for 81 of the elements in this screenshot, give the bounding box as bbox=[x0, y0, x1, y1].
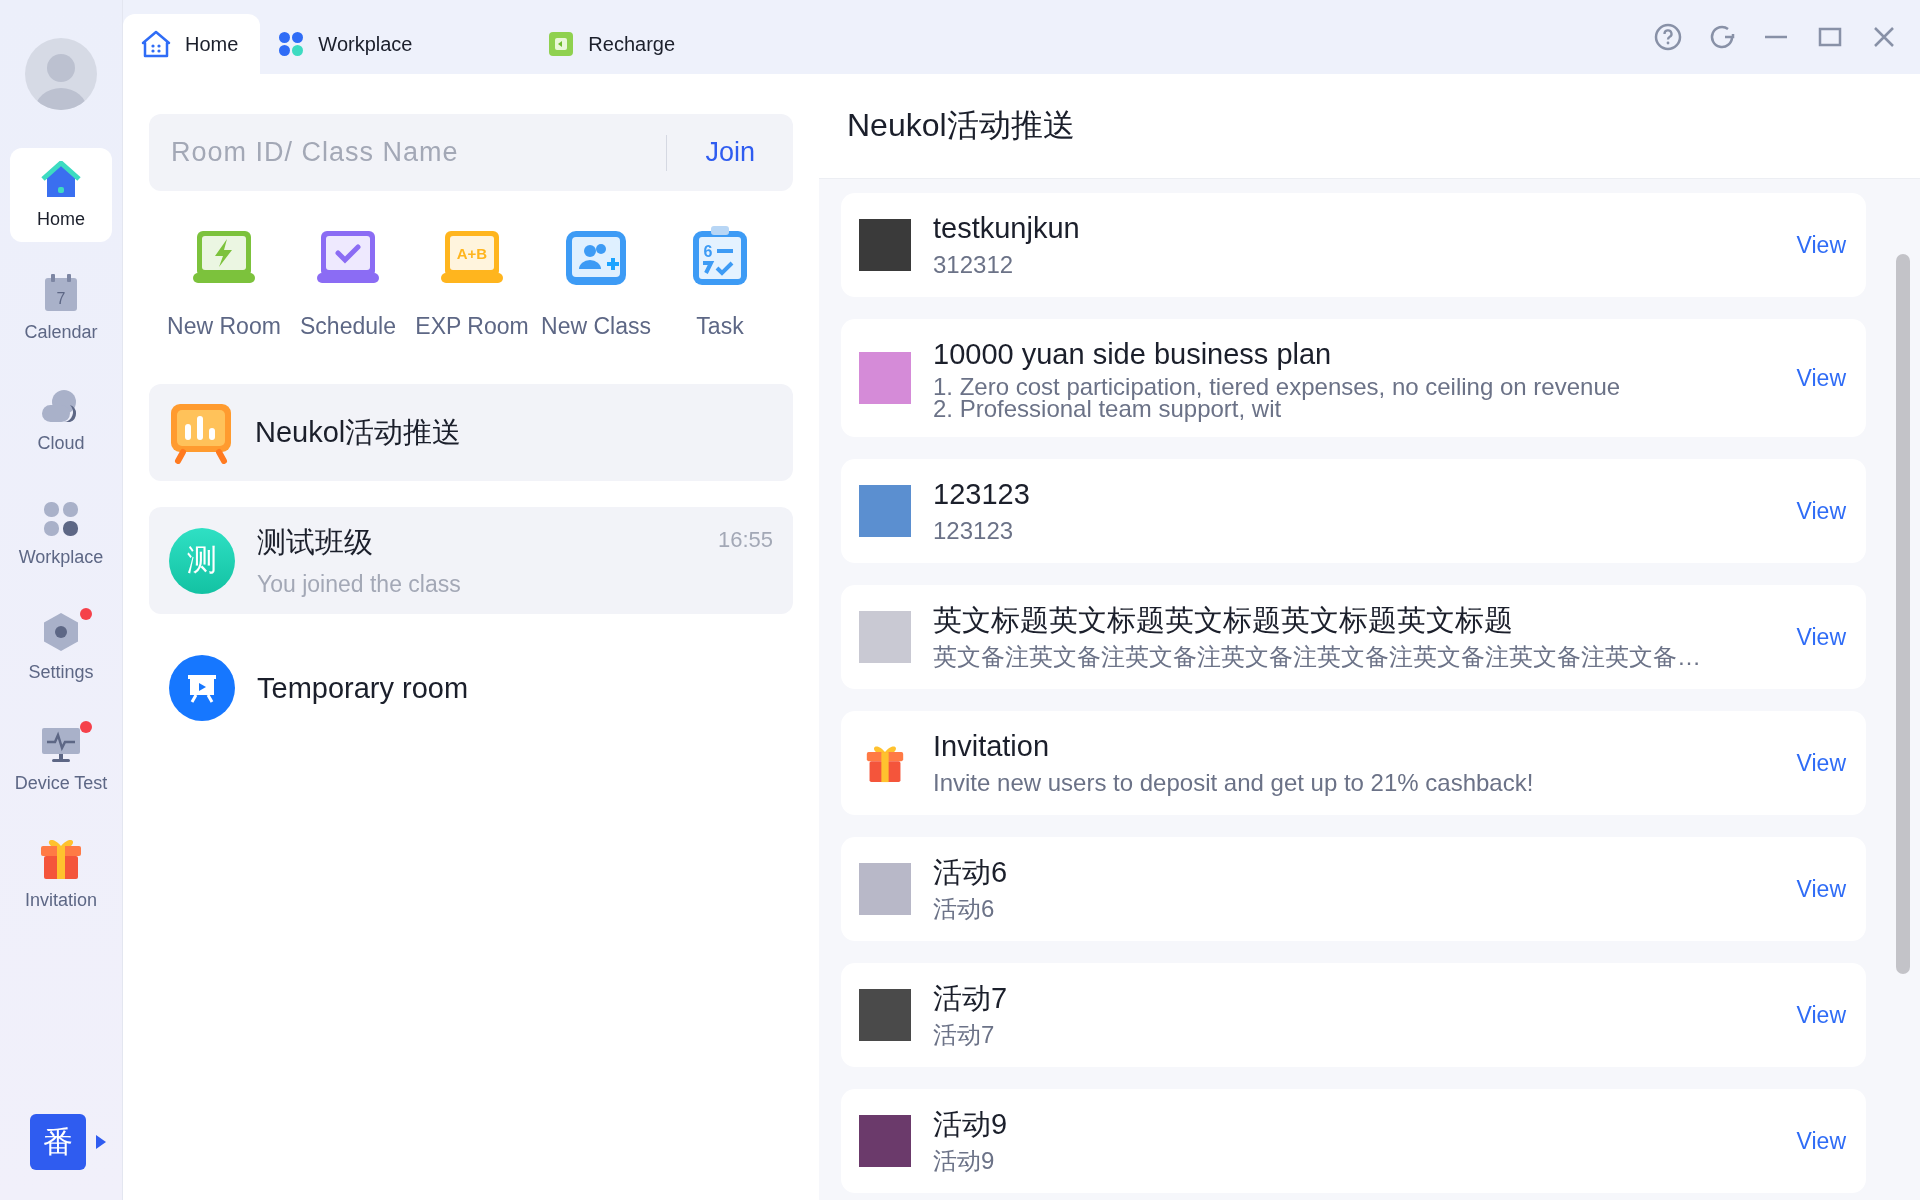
tab[interactable]: Recharge bbox=[530, 14, 698, 74]
conversation-preview: You joined the class bbox=[257, 571, 462, 598]
activity-title: testkunjkun bbox=[933, 211, 1081, 246]
view-link[interactable]: View bbox=[1796, 875, 1846, 903]
activity-title: 活动6 bbox=[933, 855, 1009, 890]
chart-board-icon bbox=[169, 401, 233, 464]
conversation-item[interactable]: Temporary room bbox=[149, 648, 793, 728]
activity-description: 活动9 bbox=[933, 1146, 996, 1176]
activity-title: Invitation bbox=[933, 729, 1051, 764]
presentation-icon bbox=[169, 655, 235, 721]
activity-description: 1. Zero cost participation, tiered expenses, no ceiling on revenue 2. Professional team support, wit bbox=[933, 376, 1622, 420]
photo-placeholder bbox=[859, 611, 911, 663]
conversation-title: 测试班级 bbox=[257, 525, 374, 560]
view-link[interactable]: View bbox=[1796, 1127, 1846, 1155]
tool-button[interactable]: 6 Task bbox=[661, 223, 779, 340]
app-switch-button[interactable]: 番 bbox=[30, 1114, 86, 1170]
activity-card[interactable]: 英文标题英文标题英文标题英文标题英文标题 英文备注英文备注英文备注英文备注英文备注英文备注英文备注英文备… View bbox=[841, 585, 1866, 689]
house-icon bbox=[141, 30, 171, 58]
photo-placeholder bbox=[859, 352, 911, 404]
class-avatar: 测 bbox=[169, 527, 235, 594]
join-field[interactable]: Room ID/ Class Name Join bbox=[149, 114, 793, 191]
conversation-title: Temporary room bbox=[257, 671, 470, 705]
conversation-item[interactable]: 测 测试班级 You joined the class 16:55 bbox=[149, 507, 793, 614]
photo-placeholder bbox=[859, 1115, 911, 1167]
activity-title: 活动7 bbox=[933, 981, 1009, 1016]
sidebar-item[interactable]: Cloud bbox=[10, 374, 112, 468]
sidebar-item[interactable]: Home bbox=[10, 148, 112, 242]
panel-title: Neukol活动推送 bbox=[819, 74, 1920, 179]
sidebar-item[interactable]: Device Test bbox=[10, 713, 112, 807]
settings-icon bbox=[43, 611, 79, 652]
photo-placeholder bbox=[859, 485, 911, 537]
tool-button[interactable]: New Room bbox=[165, 223, 283, 340]
sidebar-item[interactable]: Settings bbox=[10, 600, 112, 694]
tool-button[interactable]: Schedule bbox=[289, 223, 407, 340]
activity-description: 英文备注英文备注英文备注英文备注英文备注英文备注英文备注英文备… bbox=[933, 642, 1702, 672]
activity-title: 10000 yuan side business plan bbox=[933, 337, 1333, 372]
conversation-title: Neukol活动推送 bbox=[255, 414, 463, 450]
sidebar-item[interactable]: Invitation bbox=[10, 826, 112, 920]
photo-placeholder bbox=[859, 989, 911, 1041]
help-icon[interactable] bbox=[1654, 23, 1682, 51]
join-button[interactable]: Join bbox=[667, 137, 793, 168]
view-link[interactable]: View bbox=[1796, 231, 1846, 259]
view-link[interactable]: View bbox=[1796, 497, 1846, 525]
grid-icon bbox=[43, 500, 79, 537]
sidebar-item[interactable]: 7 Calendar bbox=[10, 261, 112, 355]
photo-placeholder bbox=[859, 219, 911, 271]
view-link[interactable]: View bbox=[1796, 623, 1846, 651]
activity-title: 英文标题英文标题英文标题英文标题英文标题 bbox=[933, 603, 1514, 638]
activity-description: 312312 bbox=[933, 250, 1015, 280]
tool-button[interactable]: New Class bbox=[537, 223, 655, 340]
activity-card[interactable]: 活动6 活动6 View bbox=[841, 837, 1866, 941]
activity-card[interactable]: 123123 123123 View bbox=[841, 459, 1866, 563]
tool-button[interactable]: A+B EXP Room bbox=[413, 223, 531, 340]
view-link[interactable]: View bbox=[1796, 1001, 1846, 1029]
scrollbar[interactable] bbox=[1896, 254, 1910, 974]
view-link[interactable]: View bbox=[1796, 749, 1846, 777]
house-icon bbox=[41, 160, 81, 199]
refresh-icon[interactable] bbox=[1708, 23, 1736, 51]
add-people-icon bbox=[565, 229, 627, 287]
activity-card[interactable]: testkunjkun 312312 View bbox=[841, 193, 1866, 297]
activity-description: Invite new users to deposit and get up to 21% cashback! bbox=[933, 768, 1535, 798]
photo-placeholder bbox=[859, 863, 911, 915]
grid-icon bbox=[278, 31, 305, 57]
activity-description: 活动7 bbox=[933, 1020, 996, 1050]
conversation-time: 16:55 bbox=[717, 527, 773, 553]
activity-card[interactable]: 活动9 活动9 View bbox=[841, 1089, 1866, 1193]
triangle-icon[interactable] bbox=[96, 1135, 106, 1149]
tab[interactable]: Workplace bbox=[260, 14, 531, 74]
tab[interactable]: Home bbox=[123, 14, 261, 74]
activity-description: 活动6 bbox=[933, 894, 996, 924]
activity-description: 123123 bbox=[933, 516, 1015, 546]
activity-card[interactable]: Invitation Invite new users to deposit and get up to 21% cashback! View bbox=[841, 711, 1866, 815]
view-link[interactable]: View bbox=[1796, 364, 1846, 392]
activity-card[interactable]: 活动7 活动7 View bbox=[841, 963, 1866, 1067]
activity-card[interactable]: 10000 yuan side business plan 1. Zero cost participation, tiered expenses, no ceiling on revenue 2. Professional team support, wit View bbox=[841, 319, 1866, 437]
sidebar-item[interactable]: Workplace bbox=[10, 487, 112, 581]
conversation-item[interactable]: Neukol活动推送 bbox=[149, 384, 793, 481]
monitor-icon bbox=[41, 726, 81, 763]
activity-title: 活动9 bbox=[933, 1107, 1009, 1142]
wallet-icon bbox=[548, 31, 575, 57]
activity-title: 123123 bbox=[933, 477, 1031, 512]
